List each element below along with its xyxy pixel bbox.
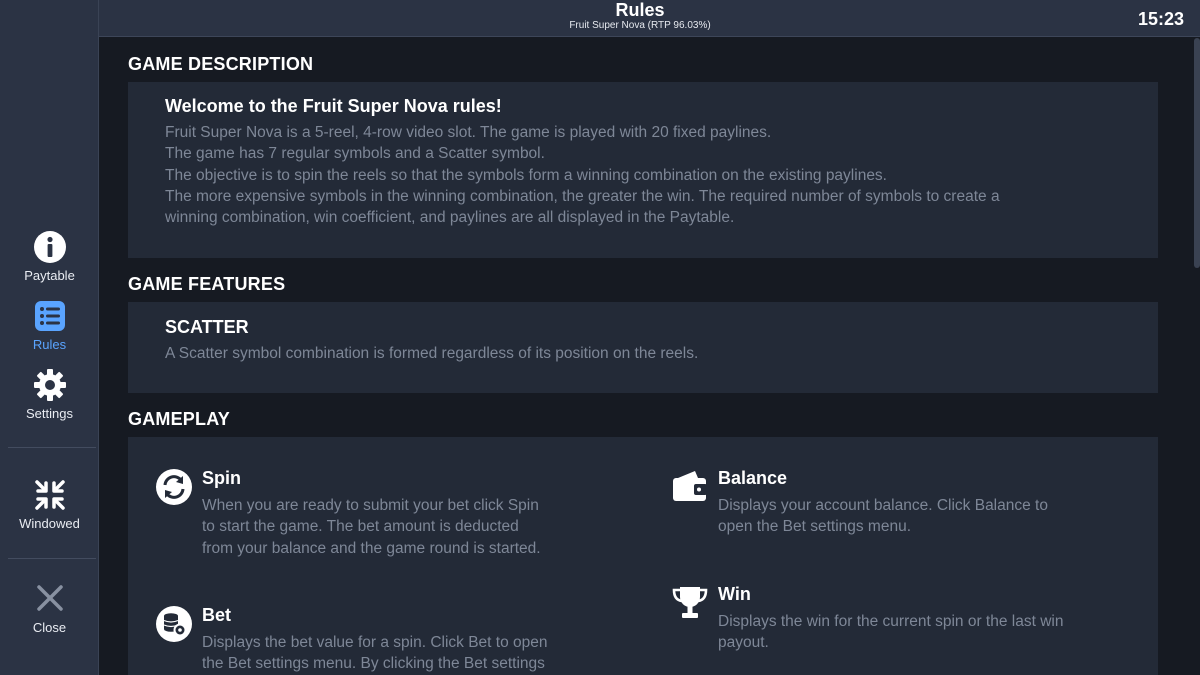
spin-line: to start the game. The bet amount is ded… [202,518,519,536]
list-icon [34,301,65,331]
sidebar-item-label: Paytable [24,268,75,283]
win-line: payout. [718,634,769,652]
scatter-heading: SCATTER [165,317,249,337]
bet-line: the Bet settings menu. By clicking the B… [202,655,545,673]
sidebar-item-close[interactable]: Close [0,582,99,635]
gameplay-item-win: Win Displays the win for the current spi… [671,584,1151,664]
description-line: The objective is to spin the reels so th… [165,166,887,184]
wallet-icon [673,471,707,501]
header: Rules Fruit Super Nova (RTP 96.03%) 15:2… [99,0,1200,37]
close-icon [36,585,63,611]
trophy-icon [672,587,708,618]
scrollbar[interactable] [1194,38,1200,268]
sidebar: Paytable Rules Settings Windowed Close [0,0,99,675]
spin-line: from your balance and the game round is … [202,539,541,557]
bet-icon [156,606,192,642]
sidebar-item-label: Settings [26,406,73,421]
sidebar-item-label: Rules [32,337,67,352]
description-line: Fruit Super Nova is a 5-reel, 4-row vide… [165,124,772,141]
clock: 15:23 [1137,9,1184,29]
description-line: winning combination, win coefficient, an… [165,209,735,227]
section-title-gameplay: GAMEPLAY [128,409,230,429]
collapse-icon [34,480,65,510]
balance-line: open the Bet settings menu. [718,518,912,536]
gameplay-item-bet: Bet Displays the bet value for a spin. C… [155,605,635,675]
spin-icon [156,469,192,505]
gear-icon [33,369,66,401]
sidebar-item-windowed[interactable]: Windowed [0,478,99,531]
bet-text: Displays the bet value for a spin. Click… [202,632,548,675]
gameplay-item-balance: Balance Displays your account balance. C… [671,468,1151,548]
rules-content[interactable]: GAME DESCRIPTION Welcome to the Fruit Su… [99,38,1200,675]
sidebar-divider [8,558,96,559]
bet-title: Bet [202,605,232,625]
sidebar-item-paytable[interactable]: Paytable [0,230,99,283]
description-heading: Welcome to the Fruit Super Nova rules! [165,96,502,116]
win-title: Win [718,584,751,604]
description-text: Fruit Super Nova is a 5-reel, 4-row vide… [165,122,1000,228]
description-line: The game has 7 regular symbols and a Sca… [165,145,545,163]
gameplay-item-spin: Spin When you are ready to submit your b… [155,468,635,568]
balance-text: Displays your account balance. Click Bal… [718,495,1048,538]
spin-line: When you are ready to submit your bet cl… [202,497,539,514]
gameplay-card: Spin When you are ready to submit your b… [128,437,1158,675]
game-description-card: Welcome to the Fruit Super Nova rules! F… [128,82,1158,258]
spin-text: When you are ready to submit your bet cl… [202,495,541,559]
sidebar-item-label: Windowed [19,516,80,531]
sidebar-item-label: Close [32,620,67,635]
sidebar-item-settings[interactable]: Settings [0,368,99,421]
description-line: The more expensive symbols in the winnin… [165,187,1000,205]
section-title-game-features: GAME FEATURES [128,274,286,294]
win-line: Displays the win for the current spin or… [718,613,1064,630]
balance-line: Displays your account balance. Click Bal… [718,497,1048,514]
sidebar-item-rules[interactable]: Rules [0,299,99,352]
game-features-card: SCATTER A Scatter symbol combination is … [128,302,1158,393]
game-subtitle: Fruit Super Nova (RTP 96.03%) [569,20,711,31]
info-icon [33,231,66,263]
section-title-game-description: GAME DESCRIPTION [128,54,314,74]
balance-title: Balance [718,468,788,488]
sidebar-divider [8,447,96,448]
win-text: Displays the win for the current spin or… [718,611,1063,654]
page-title: Rules [615,0,665,20]
bet-line: Displays the bet value for a spin. Click… [202,634,548,651]
scatter-text: A Scatter symbol combination is formed r… [165,345,699,362]
spin-title: Spin [202,468,241,488]
